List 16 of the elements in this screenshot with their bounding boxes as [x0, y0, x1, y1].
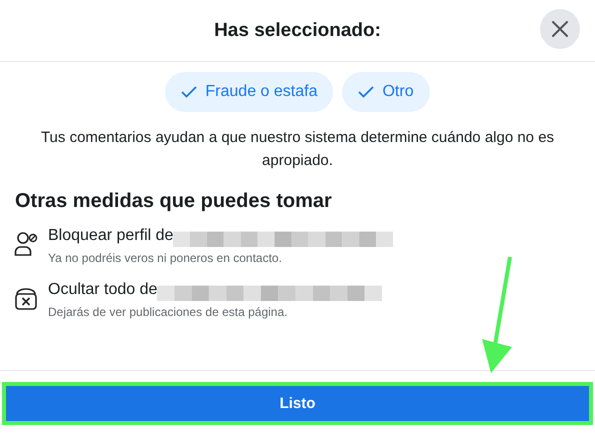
action-label[interactable]: Bloquear perfil de [48, 227, 174, 245]
close-icon [551, 20, 569, 38]
done-button[interactable]: Listo [6, 386, 589, 421]
description-text: Tus comentarios ayudan a que nuestro sistema determine cuándo algo no es apropiado. [40, 128, 556, 171]
action-label[interactable]: Ocultar todo de [48, 281, 158, 299]
action-subtitle: Ya no podréis veros ni poneros en contacto. [48, 251, 283, 265]
reason-chip[interactable]: Fraude o estafa [165, 72, 334, 112]
person-block-icon [14, 231, 38, 257]
dialog-title: Has seleccionado: [214, 20, 381, 42]
close-button[interactable] [540, 9, 580, 49]
check-icon [181, 86, 198, 98]
check-icon [358, 86, 374, 98]
action-subtitle: Dejarás de ver publicaciones de esta página. [48, 305, 288, 319]
reason-chip[interactable]: Otro [342, 72, 430, 112]
section-heading: Otras medidas que puedes tomar [15, 190, 333, 213]
hide-box-icon [14, 285, 38, 311]
